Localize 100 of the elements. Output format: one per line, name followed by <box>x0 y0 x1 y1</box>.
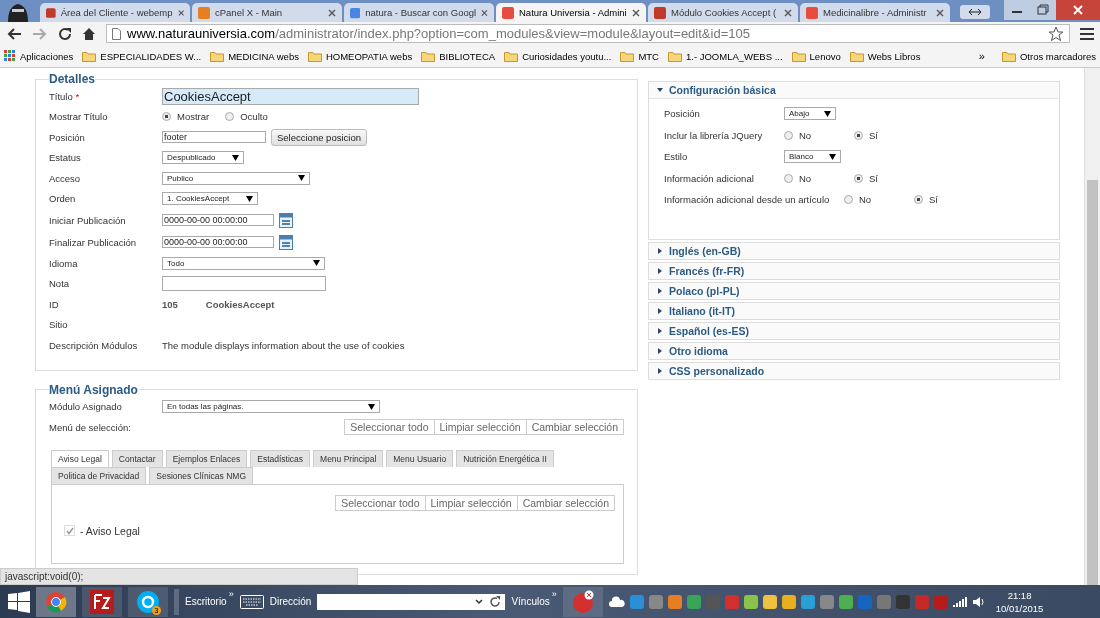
field-label: Menú de selección: <box>49 421 132 433</box>
field-label: Finalizar Publicación <box>49 236 138 248</box>
date-field[interactable]: 0000-00-00 00:00:00 <box>162 214 274 226</box>
browser-tab[interactable]: Área del Cliente - webemp <box>40 3 190 22</box>
dropdown[interactable]: Blanco <box>784 150 841 164</box>
checkbox-label: - Aviso Legal <box>80 524 140 537</box>
clock[interactable]: 21:18 10/01/2015 <box>995 588 1044 615</box>
bookmark[interactable]: BIBLIOTECA <box>421 50 496 62</box>
selection-button[interactable]: Cambiar selección <box>525 419 624 436</box>
dropdown[interactable]: Publico <box>162 171 310 185</box>
field-label: Nota <box>49 278 71 290</box>
bookmark[interactable]: Lenovo <box>791 50 841 62</box>
tab-title: Medicinalibre - Administr <box>823 7 928 18</box>
menu-tab[interactable]: Contactar <box>111 449 163 467</box>
bookmark[interactable]: MTC <box>620 50 659 62</box>
id-value: 105 <box>162 298 178 310</box>
section-title: Menú Asignado <box>49 382 138 397</box>
accordion-header[interactable]: Francés (fr-FR) <box>649 262 1059 279</box>
url-text: www.naturauniversia.com/administrator/index.php?option=com_modules&view=module&layout=edit&id=105 <box>127 26 751 41</box>
menu-tab[interactable]: Menu Usuario <box>386 449 454 467</box>
accordion-header[interactable]: Español (es-ES) <box>649 322 1059 339</box>
browser-tab[interactable]: cPanel X - Main <box>192 3 342 22</box>
field-label: Información adicional desde un artículo <box>664 194 831 206</box>
accordion-header[interactable]: Inglés (en-GB) <box>649 242 1059 259</box>
dropdown[interactable]: 1. CookiesAccept <box>162 192 258 206</box>
radio-option[interactable]: Mostrar <box>162 111 210 123</box>
select-position-button[interactable]: Seleccione posicion <box>271 128 367 146</box>
field-label: Descripción Módulos <box>49 339 139 351</box>
field-label: Estatus <box>49 152 82 164</box>
address-bar[interactable]: www.naturauniversia.com/administrator/index.php?option=com_modules&view=module&layout=edit&id=105 <box>106 24 1070 43</box>
tab-title: cPanel X - Main <box>215 7 284 18</box>
tab-title: natura - Buscar con Googl <box>365 7 477 18</box>
dropdown[interactable]: Abajo <box>784 107 836 121</box>
date-field[interactable]: 0000-00-00 00:00:00 <box>162 236 274 248</box>
radio-option[interactable]: Sí <box>914 194 984 206</box>
field-label: Acceso <box>49 172 82 184</box>
bookmark[interactable]: Otros marcadores <box>1001 50 1096 62</box>
field-label: Módulo Asignado <box>49 401 123 413</box>
accordion-header[interactable]: Italiano (it-IT) <box>649 302 1059 319</box>
field-label: Información adicional <box>664 172 755 184</box>
more-button[interactable]: » <box>551 589 557 599</box>
browser-tab[interactable]: natura - Buscar con Googl <box>344 3 494 22</box>
accordion-header[interactable]: CSS personalizado <box>649 362 1059 379</box>
field-label: Idioma <box>49 257 79 269</box>
more-button[interactable]: » <box>228 589 234 599</box>
accordion-header[interactable]: Otro idioma <box>649 342 1059 359</box>
description-text: The module displays information about the use of cookies <box>162 339 405 351</box>
selection-button[interactable]: Limpiar selección <box>424 494 518 511</box>
field-label: Título * <box>49 90 81 102</box>
dropdown[interactable]: Todo <box>162 256 325 270</box>
menu-tab[interactable]: Estadísticas <box>250 449 311 467</box>
bookmark[interactable]: 1.- JOOMLA_WEBS ... <box>667 50 783 62</box>
field-label: Posición <box>664 108 701 120</box>
bookmark[interactable]: HOMEOPATIA webs <box>307 50 413 62</box>
field-label: ID <box>49 298 60 310</box>
field-label: Inclur la librería JQuery <box>664 129 764 141</box>
status-text: javascript:void(0); <box>0 568 358 585</box>
field-label: Iniciar Publicación <box>49 214 127 226</box>
bookmark[interactable]: MEDICINA webs <box>210 50 299 62</box>
menu-tab[interactable]: Ejemplos Enlaces <box>165 449 248 467</box>
selection-button[interactable]: Cambiar selección <box>516 494 615 511</box>
bookmark[interactable]: ESPECIALIDADES W... <box>82 50 202 62</box>
browser-tab[interactable]: Medicinalibre - Administr <box>800 3 950 22</box>
field-label: Sitio <box>49 319 69 331</box>
bookmark[interactable]: Aplicaciones <box>4 50 74 62</box>
radio-option[interactable]: Sí <box>854 129 924 141</box>
tab-title: Natura Universia - Admini <box>519 7 627 18</box>
menu-tab[interactable]: Nutrición Energética II <box>456 449 554 467</box>
accordion-header[interactable]: Configuración básica <box>649 82 1059 98</box>
toolbar-label: Escritorio <box>185 596 227 607</box>
browser-tab[interactable]: Natura Universia - Admini <box>496 3 646 22</box>
bookmark[interactable]: Webs Libros <box>849 50 921 62</box>
bookmark[interactable]: Curiosidades youtu... <box>504 50 612 62</box>
radio-option[interactable]: No <box>784 172 854 184</box>
radio-option[interactable]: No <box>844 194 914 206</box>
tab-title: Módulo Cookies Accept ( <box>671 7 778 18</box>
field-label: Orden <box>49 193 77 205</box>
text-field[interactable]: CookiesAccept <box>162 87 419 105</box>
accordion-header[interactable]: Polaco (pl-PL) <box>649 282 1059 299</box>
dropdown[interactable]: En todas las páginas. <box>162 400 380 414</box>
selection-button[interactable]: Limpiar selección <box>433 419 527 436</box>
radio-option[interactable]: No <box>784 129 854 141</box>
toolbar-label: Vínculos <box>511 596 550 607</box>
module-name: CookiesAccept <box>205 298 275 310</box>
section-title: Detalles <box>49 72 96 86</box>
radio-option[interactable]: Sí <box>854 172 924 184</box>
dropdown[interactable]: Despublicado <box>162 151 244 165</box>
toolbar-label: Dirección <box>269 596 312 607</box>
selection-button[interactable]: Seleccionar todo <box>344 419 435 436</box>
tab-title: Área del Cliente - webemp <box>60 7 173 18</box>
menu-tab[interactable]: Menu Principal <box>313 449 384 467</box>
radio-option[interactable]: Oculto <box>225 111 268 123</box>
field-label: Posición <box>49 131 86 143</box>
text-field[interactable]: footer <box>162 131 266 144</box>
more-bookmarks-button[interactable]: » <box>978 50 985 62</box>
menu-tab[interactable]: Aviso Legal <box>51 449 109 467</box>
field-label: Estilo <box>664 151 689 163</box>
browser-tab[interactable]: Módulo Cookies Accept ( <box>648 3 798 22</box>
field-label: Mostrar Título <box>49 111 109 123</box>
selection-button[interactable]: Seleccionar todo <box>335 494 426 511</box>
